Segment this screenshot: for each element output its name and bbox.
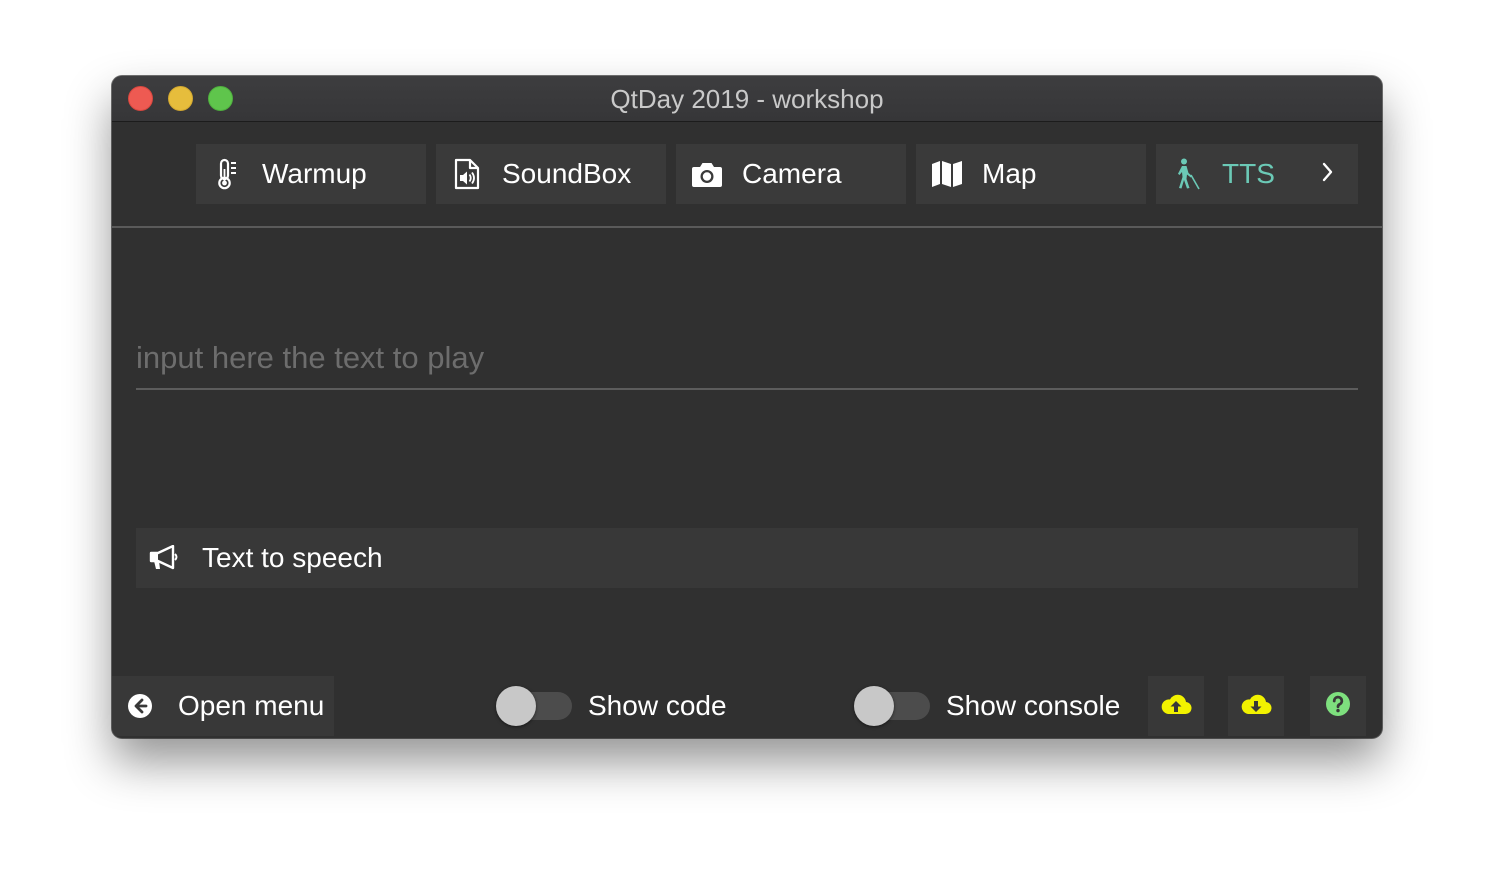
tab-label: TTS [1222, 158, 1275, 189]
tab-camera[interactable]: Camera [676, 144, 906, 204]
text-to-speech-button[interactable]: Text to speech [136, 528, 1358, 588]
arrow-left-circle-icon [112, 693, 168, 719]
tab-label: Warmup [262, 158, 367, 189]
open-menu-button[interactable]: Open menu [112, 676, 334, 736]
tab-label: Camera [742, 158, 842, 189]
tts-page: Text to speech [112, 228, 1382, 674]
upload-button[interactable] [1148, 676, 1204, 736]
download-button[interactable] [1228, 676, 1284, 736]
tab-label: Map [982, 158, 1037, 189]
show-code-label: Show code [588, 690, 727, 721]
question-circle-icon [1325, 691, 1351, 722]
thermometer-icon [200, 144, 254, 204]
megaphone-icon [136, 545, 192, 571]
camera-icon [680, 144, 734, 204]
tab-scroll-right-button[interactable] [1298, 144, 1358, 204]
tab-tts[interactable]: TTS [1156, 144, 1298, 204]
tab-warmup[interactable]: Warmup [196, 144, 426, 204]
tab-map[interactable]: Map [916, 144, 1146, 204]
window-title: QtDay 2019 - workshop [610, 84, 884, 114]
tab-bar: Warmup SoundBox Camera Map TTS [112, 122, 1382, 228]
cloud-download-icon [1240, 692, 1272, 721]
app-window: QtDay 2019 - workshop Warmup SoundBox Ca… [112, 76, 1382, 738]
show-code-switch[interactable]: Show code [496, 676, 727, 736]
tab-label: SoundBox [502, 158, 632, 189]
chevron-right-icon [1321, 161, 1335, 188]
title-bar: QtDay 2019 - workshop [112, 76, 1382, 122]
blind-person-icon [1160, 144, 1214, 204]
show-code-toggle[interactable] [496, 686, 572, 726]
open-menu-label: Open menu [178, 690, 325, 721]
show-console-toggle[interactable] [854, 686, 930, 726]
text-to-speech-label: Text to speech [202, 542, 383, 573]
show-console-switch[interactable]: Show console [854, 676, 1120, 736]
show-console-label: Show console [946, 690, 1121, 721]
cloud-upload-icon [1160, 692, 1192, 721]
help-button[interactable] [1310, 676, 1366, 736]
map-icon [920, 144, 974, 204]
footer-bar: Open menu Show code Show console [112, 674, 1382, 738]
tts-text-input[interactable] [136, 328, 1358, 390]
tab-soundbox[interactable]: SoundBox [436, 144, 666, 204]
audio-file-icon [440, 144, 494, 204]
